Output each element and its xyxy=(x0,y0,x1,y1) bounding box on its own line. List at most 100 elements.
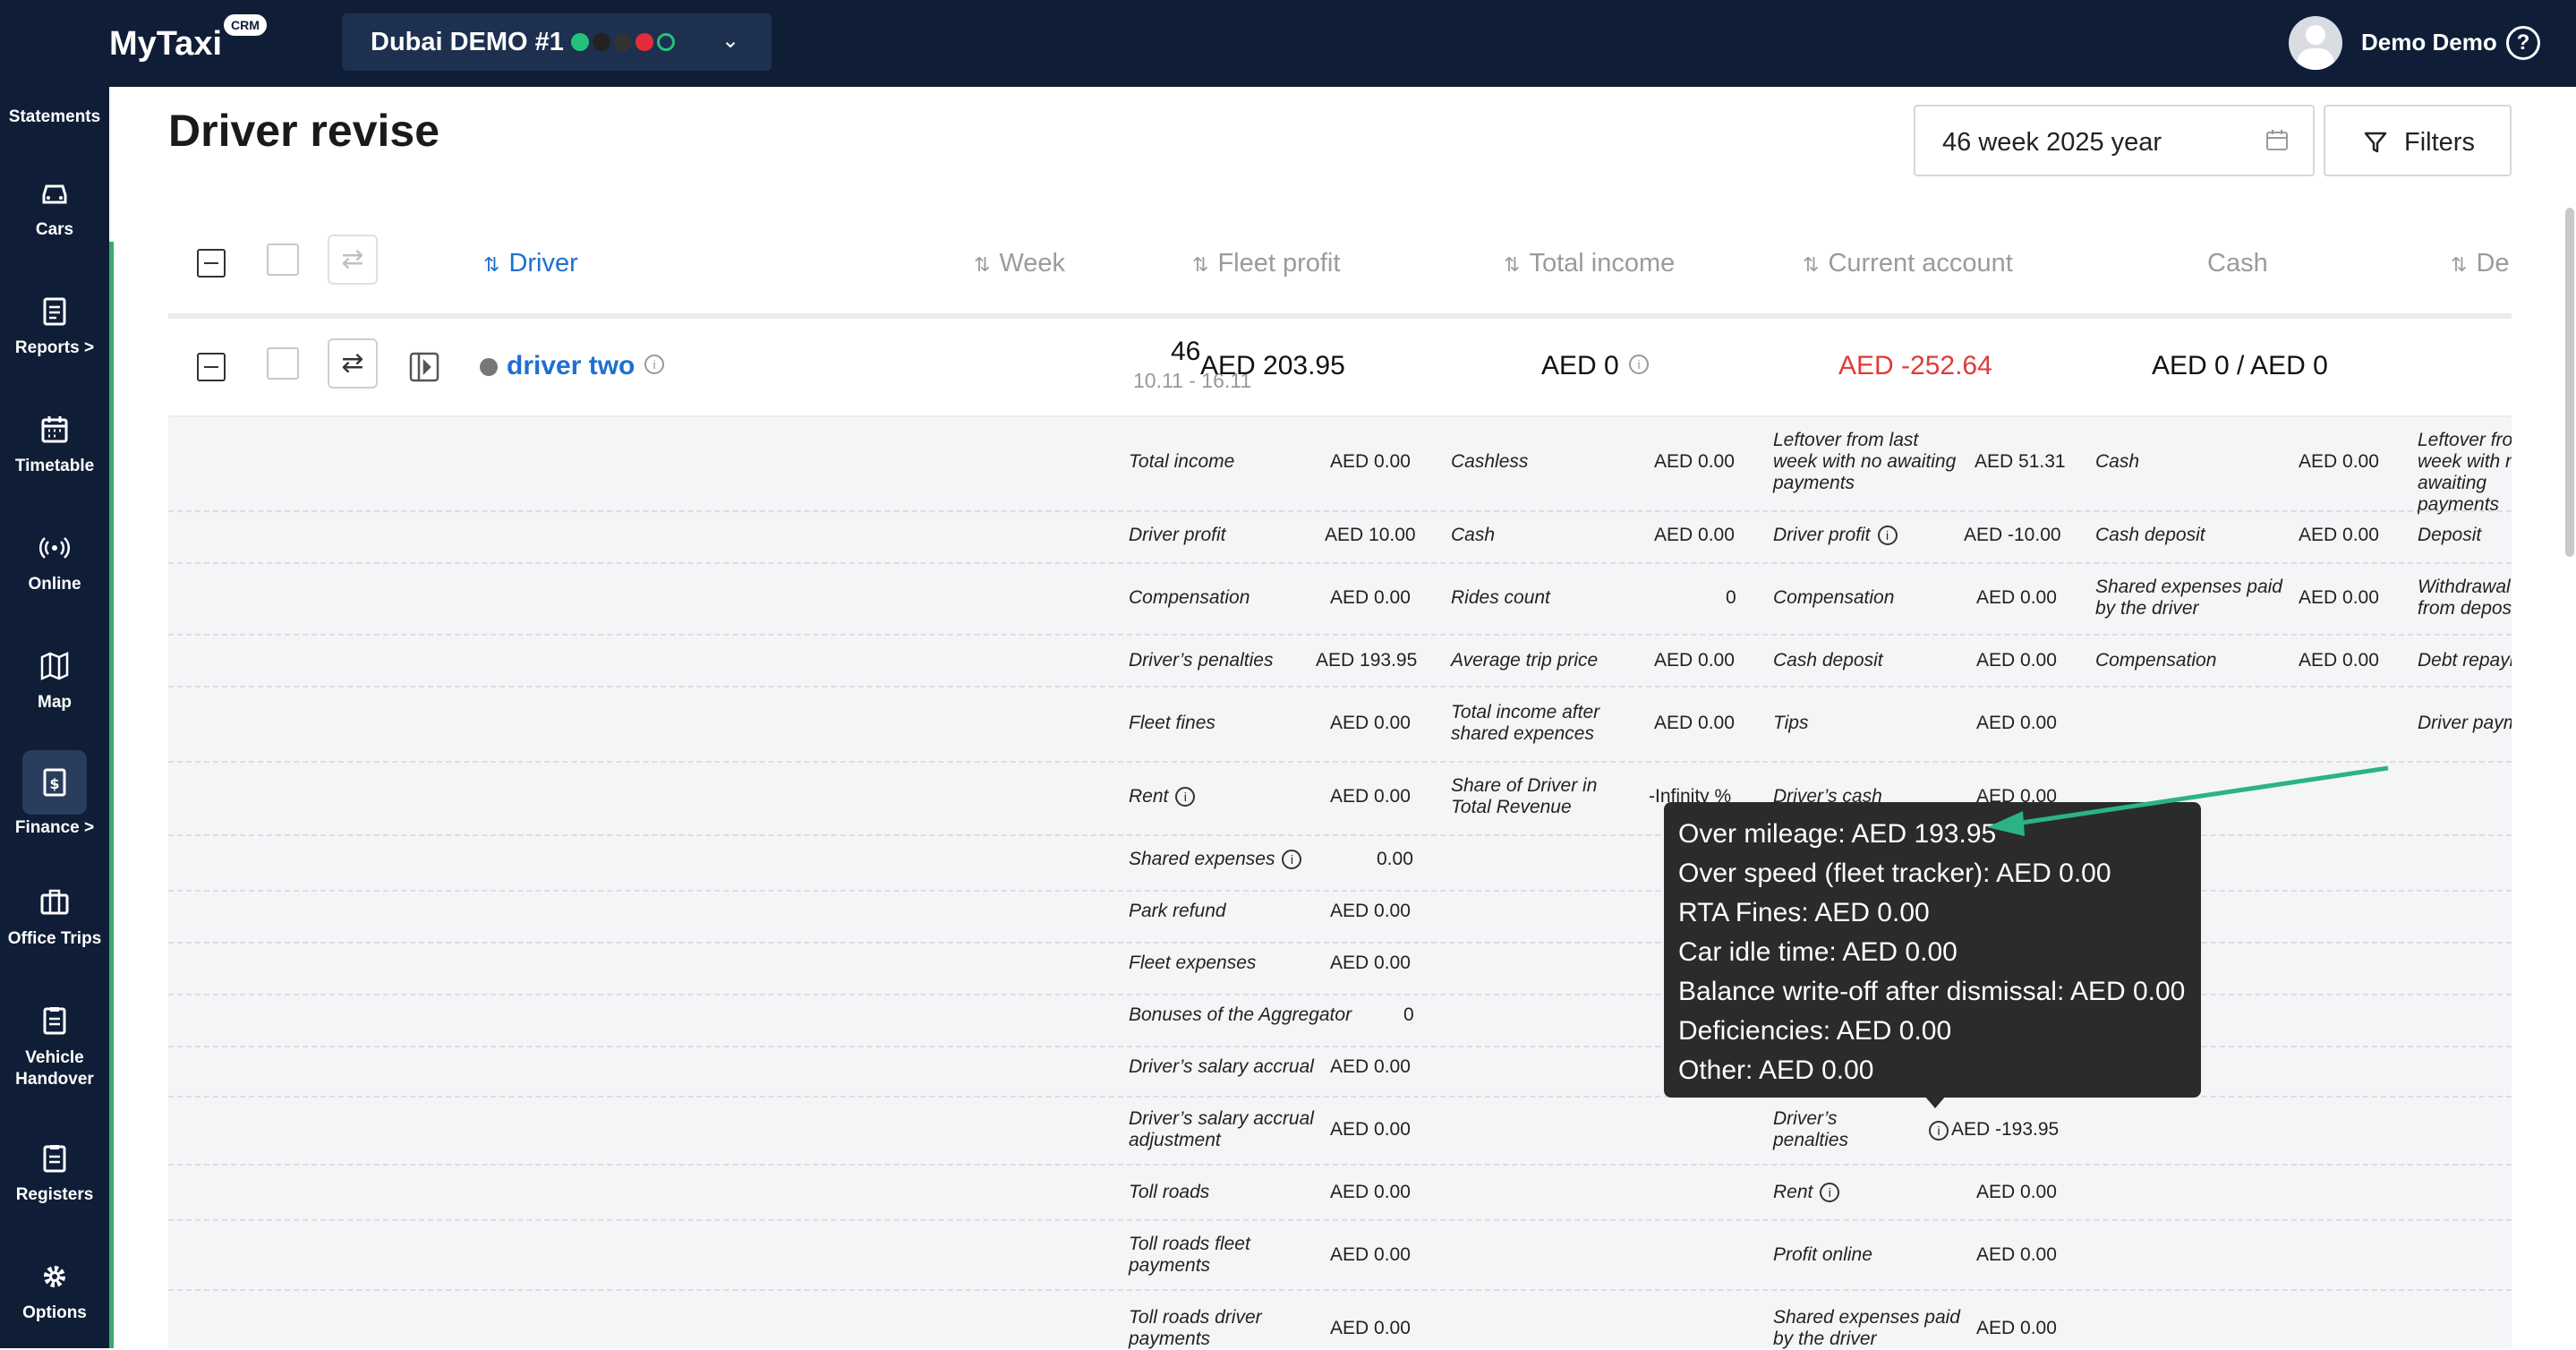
panel-toggle-icon[interactable] xyxy=(408,351,440,383)
info-icon[interactable]: i xyxy=(1877,525,1898,546)
help-icon[interactable]: ? xyxy=(2506,26,2540,60)
top-bar: MyTaxi CRM Dubai DEMO #1 ⌄ Demo Demo ? xyxy=(0,0,2576,87)
driver-status-dot xyxy=(480,358,498,376)
driver-name-link[interactable]: driver two xyxy=(507,351,635,381)
detail-label: Withdrawal from deposit xyxy=(2418,577,2512,619)
detail-label: Average trip price xyxy=(1451,650,1599,671)
detail-label: Compensation xyxy=(1129,587,1250,608)
penalties-tooltip: Over mileage: AED 193.95 Over speed (fle… xyxy=(1664,802,2201,1098)
row-select-checkbox[interactable] xyxy=(267,347,299,380)
info-icon[interactable]: i xyxy=(1629,355,1649,374)
detail-label: Driver’s salary accrual adjustment xyxy=(1129,1108,1314,1150)
collapse-all-checkbox[interactable] xyxy=(197,249,226,278)
sidebar-item-finance[interactable]: $ Finance > xyxy=(0,750,109,838)
detail-label: Driver’s salary accrual xyxy=(1129,1056,1314,1077)
detail-value: AED 0.00 xyxy=(2299,451,2379,472)
aggregator-status-icons xyxy=(571,33,675,51)
header-week[interactable]: ⇅ Week xyxy=(974,249,1065,278)
detail-value: AED 0.00 xyxy=(1976,587,2057,608)
detail-label: Bonuses of the Aggregator xyxy=(1129,1004,1352,1025)
detail-value: AED 0.00 xyxy=(1976,1182,2057,1202)
table-row[interactable]: ⇄ driver two i 46 10.11 - 16.11 AED 203.… xyxy=(168,319,2512,417)
detail-value: AED 0.00 xyxy=(1330,901,1411,921)
detail-value: AED 0.00 xyxy=(1330,587,1411,608)
info-icon[interactable]: i xyxy=(644,355,664,374)
swap-icon[interactable]: ⇄ xyxy=(328,338,378,389)
sidebar-item-label: Finance > xyxy=(14,818,95,837)
finance-icon: $ xyxy=(43,768,66,797)
detail-label: Total income xyxy=(1129,451,1235,472)
detail-label: Toll roads fleet payments xyxy=(1129,1234,1250,1276)
sort-icon: ⇅ xyxy=(1504,253,1521,276)
tooltip-line: Deficiencies: AED 0.00 xyxy=(1678,1016,1952,1046)
header-total-income[interactable]: ⇅ Total income xyxy=(1504,249,1675,278)
cash-value: AED 0 / AED 0 xyxy=(2152,351,2328,380)
detail-label: Leftover from last week with no awaiting… xyxy=(2418,430,2512,515)
info-icon[interactable]: i xyxy=(1175,787,1196,807)
scrollbar[interactable] xyxy=(2565,208,2574,557)
detail-value: AED 0.00 xyxy=(1330,1182,1411,1202)
sidebar-item-timetable[interactable]: Timetable xyxy=(0,412,109,476)
sidebar-item-cars[interactable]: Cars xyxy=(0,175,109,240)
sidebar-item-online[interactable]: Online xyxy=(0,530,109,594)
calendar-icon xyxy=(2266,130,2288,150)
header-driver[interactable]: ⇅ Driver xyxy=(483,249,578,278)
tooltip-line: RTA Fines: AED 0.00 xyxy=(1678,898,1930,927)
detail-value: AED 51.31 xyxy=(1975,451,2066,472)
calendar-icon xyxy=(41,416,68,443)
detail-value: AED 193.95 xyxy=(1316,650,1418,671)
detail-label: Cash deposit xyxy=(2095,525,2205,545)
header-current-account[interactable]: ⇅ Current account xyxy=(1803,249,2013,278)
info-icon[interactable]: i xyxy=(1282,850,1302,870)
sidebar-item-label: Cars xyxy=(35,220,74,239)
sidebar-item-options[interactable]: Options xyxy=(0,1259,109,1323)
header-de[interactable]: ⇅ De xyxy=(2451,249,2510,278)
filters-label: Filters xyxy=(2404,128,2475,157)
info-icon[interactable]: i xyxy=(1929,1121,1949,1141)
detail-label: Driver’s penalties xyxy=(1773,1108,1849,1150)
tooltip-line: Other: AED 0.00 xyxy=(1678,1055,1874,1085)
detail-value: AED 0.00 xyxy=(2299,650,2379,671)
sidebar-item-statements[interactable]: Statements xyxy=(0,107,109,127)
app-logo[interactable]: MyTaxi xyxy=(109,25,222,64)
detail-value: AED 0.00 xyxy=(1654,650,1735,671)
detail-value: AED 0.00 xyxy=(1976,1318,2057,1338)
sidebar-item-label: Reports > xyxy=(14,338,95,357)
sidebar-item-office-trips[interactable]: Office Trips xyxy=(0,884,109,949)
aggregator-icon xyxy=(635,33,653,51)
detail-value: AED -10.00 xyxy=(1964,525,2061,545)
company-selector[interactable]: Dubai DEMO #1 ⌄ xyxy=(342,13,772,71)
sidebar-accent xyxy=(109,242,114,1348)
date-value: 46 week 2025 year xyxy=(1942,128,2162,157)
user-name[interactable]: Demo Demo xyxy=(2361,29,2497,56)
header-cash[interactable]: Cash xyxy=(2207,249,2268,278)
sidebar-item-vehicle-handover[interactable]: Vehicle Handover xyxy=(0,1003,109,1090)
detail-label: Toll roads xyxy=(1129,1182,1210,1202)
detail-column-cut: Leftover from last week with no awaiting… xyxy=(2418,417,2512,1348)
detail-value: AED 0.00 xyxy=(1330,713,1411,733)
collapse-row-checkbox[interactable] xyxy=(197,353,226,381)
select-all-checkbox[interactable] xyxy=(267,244,299,276)
clipboard-icon xyxy=(43,1007,66,1035)
sidebar-item-reports[interactable]: Reports > xyxy=(0,294,109,358)
detail-label: Debt repayment xyxy=(2418,650,2512,671)
week-date-picker[interactable]: 46 week 2025 year xyxy=(1914,105,2315,176)
info-icon[interactable]: i xyxy=(1820,1183,1840,1203)
avatar[interactable] xyxy=(2289,16,2342,70)
swap-icon[interactable]: ⇄ xyxy=(328,235,378,285)
detail-label: Cash xyxy=(2095,451,2140,472)
broadcast-icon xyxy=(38,537,71,559)
tooltip-line: Car idle time: AED 0.00 xyxy=(1678,937,1958,967)
sort-icon: ⇅ xyxy=(483,253,500,276)
filters-button[interactable]: Filters xyxy=(2324,105,2512,176)
sidebar-item-label: Statements xyxy=(8,107,101,126)
sidebar-item-label: Options xyxy=(22,1303,87,1322)
sidebar-item-map[interactable]: Map xyxy=(0,648,109,713)
detail-value: AED 0.00 xyxy=(1330,1056,1411,1077)
header-fleet-profit[interactable]: ⇅ Fleet profit xyxy=(1192,249,1340,278)
detail-label: Total income after shared expences xyxy=(1451,702,1600,744)
detail-value: AED 0.00 xyxy=(1654,713,1735,733)
sidebar-item-registers[interactable]: Registers xyxy=(0,1141,109,1205)
sidebar-item-label: Map xyxy=(38,693,72,712)
detail-label: Leftover from last week with no awaiting… xyxy=(1773,430,1957,493)
